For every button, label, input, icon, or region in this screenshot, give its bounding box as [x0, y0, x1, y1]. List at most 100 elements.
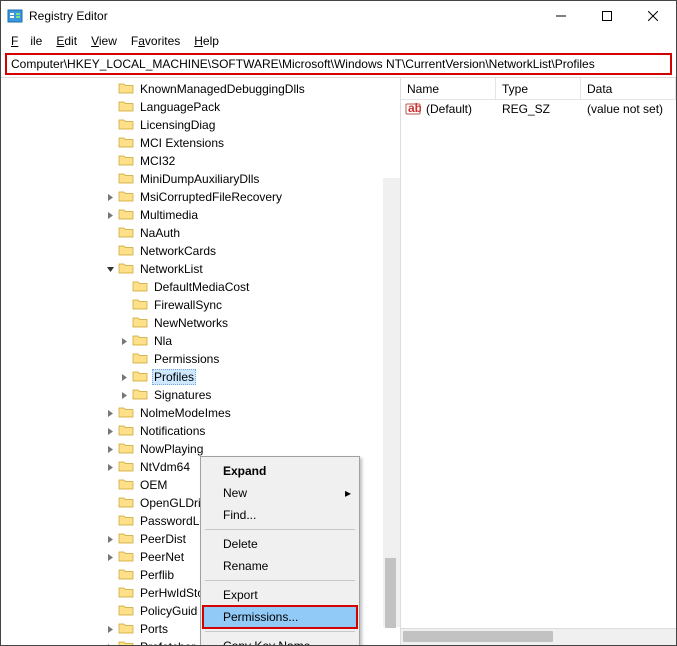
tree-item-label: NetworkList	[138, 262, 205, 276]
list-horizontal-scrollbar[interactable]	[401, 628, 676, 645]
folder-icon	[118, 585, 138, 602]
separator	[205, 631, 355, 632]
folder-icon	[118, 531, 138, 548]
maximize-button[interactable]	[584, 1, 630, 31]
chevron-right-icon[interactable]	[103, 550, 117, 564]
folder-icon	[118, 477, 138, 494]
tree-item[interactable]: NetworkList	[5, 260, 400, 278]
folder-icon	[118, 567, 138, 584]
tree-view[interactable]: KnownManagedDebuggingDlls LanguagePack L…	[1, 78, 401, 645]
menu-help[interactable]: Help	[188, 33, 225, 49]
separator	[205, 529, 355, 530]
folder-icon	[118, 81, 138, 98]
col-data[interactable]: Data	[581, 78, 676, 99]
tree-item-label: MiniDumpAuxiliaryDlls	[138, 172, 261, 186]
tree-item-label: NowPlaying	[138, 442, 205, 456]
ctx-rename[interactable]: Rename	[203, 555, 357, 577]
folder-icon	[118, 135, 138, 152]
tree-item[interactable]: Signatures	[5, 386, 400, 404]
tree-item[interactable]: Notifications	[5, 422, 400, 440]
chevron-right-icon[interactable]	[103, 424, 117, 438]
tree-item[interactable]: Permissions	[5, 350, 400, 368]
tree-item[interactable]: MsiCorruptedFileRecovery	[5, 188, 400, 206]
menu-edit[interactable]: Edit	[50, 33, 83, 49]
tree-item[interactable]: Nla	[5, 332, 400, 350]
tree-item[interactable]: MCI Extensions	[5, 134, 400, 152]
tree-item[interactable]: KnownManagedDebuggingDlls	[5, 80, 400, 98]
tree-item-label: PeerDist	[138, 532, 188, 546]
folder-icon	[118, 189, 138, 206]
tree-item[interactable]: Profiles	[5, 368, 400, 386]
tree-item[interactable]: NetworkCards	[5, 242, 400, 260]
ctx-new[interactable]: New▸	[203, 482, 357, 504]
window-title: Registry Editor	[29, 9, 538, 23]
address-input[interactable]	[11, 57, 666, 71]
tree-item[interactable]: MCI32	[5, 152, 400, 170]
ctx-delete[interactable]: Delete	[203, 533, 357, 555]
chevron-right-icon[interactable]	[117, 334, 131, 348]
folder-icon	[118, 117, 138, 134]
scrollbar-thumb[interactable]	[385, 558, 396, 628]
tree-item[interactable]: NolmeModeImes	[5, 404, 400, 422]
tree-item-label: LicensingDiag	[138, 118, 217, 132]
separator	[205, 580, 355, 581]
chevron-right-icon[interactable]	[103, 640, 117, 645]
minimize-button[interactable]	[538, 1, 584, 31]
folder-icon	[118, 99, 138, 116]
tree-item[interactable]: DefaultMediaCost	[5, 278, 400, 296]
chevron-right-icon[interactable]	[103, 532, 117, 546]
tree-item-label: NolmeModeImes	[138, 406, 233, 420]
tree-item-label: MCI Extensions	[138, 136, 226, 150]
tree-item-label: Ports	[138, 622, 170, 636]
tree-item-label: OEM	[138, 478, 169, 492]
tree-item-label: Nla	[152, 334, 174, 348]
tree-vertical-scrollbar[interactable]	[383, 178, 400, 627]
submenu-arrow-icon: ▸	[345, 486, 351, 500]
tree-item-label: DefaultMediaCost	[152, 280, 251, 294]
close-button[interactable]	[630, 1, 676, 31]
tree-item-label: Notifications	[138, 424, 207, 438]
tree-item[interactable]: FirewallSync	[5, 296, 400, 314]
menu-view[interactable]: View	[85, 33, 123, 49]
tree-item[interactable]: Multimedia	[5, 206, 400, 224]
tree-item-label: FirewallSync	[152, 298, 224, 312]
ctx-expand[interactable]: Expand	[203, 460, 357, 482]
chevron-right-icon[interactable]	[103, 406, 117, 420]
tree-item[interactable]: NewNetworks	[5, 314, 400, 332]
list-row[interactable]: ab (Default) REG_SZ (value not set)	[401, 100, 676, 118]
ctx-permissions[interactable]: Permissions...	[203, 606, 357, 628]
chevron-right-icon[interactable]	[103, 190, 117, 204]
tree-item[interactable]: MiniDumpAuxiliaryDlls	[5, 170, 400, 188]
ctx-find[interactable]: Find...	[203, 504, 357, 526]
ctx-copy-key-name[interactable]: Copy Key Name	[203, 635, 357, 645]
folder-icon	[118, 639, 138, 646]
chevron-right-icon[interactable]	[117, 370, 131, 384]
col-type[interactable]: Type	[496, 78, 581, 99]
menu-favorites[interactable]: Favorites	[125, 33, 186, 49]
ctx-export[interactable]: Export	[203, 584, 357, 606]
scrollbar-thumb[interactable]	[403, 631, 553, 642]
chevron-right-icon[interactable]	[103, 208, 117, 222]
chevron-right-icon[interactable]	[103, 622, 117, 636]
folder-icon	[132, 369, 152, 386]
context-menu: Expand New▸ Find... Delete Rename Export…	[200, 456, 360, 645]
tree-item[interactable]: NaAuth	[5, 224, 400, 242]
chevron-right-icon[interactable]	[117, 388, 131, 402]
tree-item-label: Signatures	[152, 388, 213, 402]
tree-item[interactable]: LicensingDiag	[5, 116, 400, 134]
menu-file[interactable]: File	[5, 33, 48, 49]
folder-icon	[132, 387, 152, 404]
chevron-right-icon[interactable]	[103, 442, 117, 456]
folder-icon	[118, 441, 138, 458]
tree-item[interactable]: LanguagePack	[5, 98, 400, 116]
chevron-right-icon[interactable]	[103, 460, 117, 474]
tree-item-label: NaAuth	[138, 226, 182, 240]
folder-icon	[132, 333, 152, 350]
folder-icon	[118, 495, 138, 512]
col-name[interactable]: Name	[401, 78, 496, 99]
chevron-down-icon[interactable]	[103, 262, 117, 276]
tree-item-label: PeerNet	[138, 550, 186, 564]
folder-icon	[118, 153, 138, 170]
tree-item-label: PolicyGuid	[138, 604, 199, 618]
tree-item-label: Profiles	[152, 369, 196, 385]
